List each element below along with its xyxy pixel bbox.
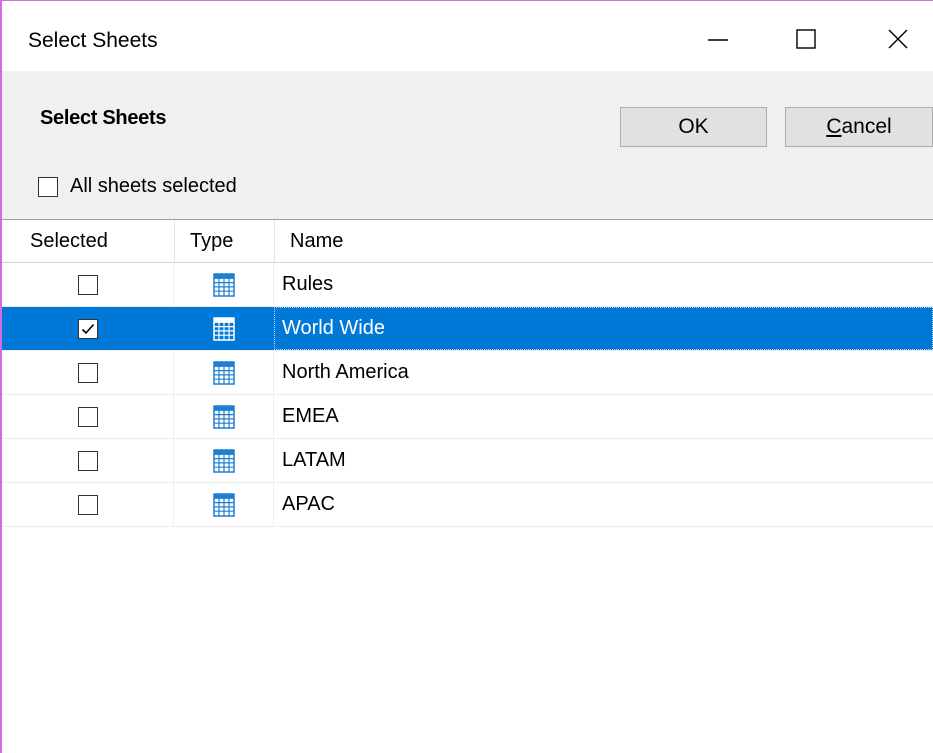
header-panel: Select Sheets OK Cancel All sheets selec… — [2, 71, 933, 219]
spreadsheet-icon — [212, 316, 235, 341]
row-name: North America — [282, 361, 409, 383]
maximize-icon — [796, 29, 816, 49]
row-name: APAC — [282, 493, 335, 515]
spreadsheet-icon — [212, 272, 235, 297]
column-header-type[interactable]: Type — [190, 230, 233, 253]
row-select-cell — [2, 307, 174, 350]
ok-button-label: OK — [678, 115, 709, 138]
minimize-button[interactable] — [690, 13, 746, 65]
row-type-cell — [174, 439, 274, 482]
row-type-cell — [174, 263, 274, 306]
row-name: Rules — [282, 273, 334, 295]
row-checkbox[interactable] — [77, 494, 98, 515]
row-checkbox[interactable] — [77, 318, 98, 339]
row-select-cell — [2, 263, 174, 306]
cancel-button[interactable]: Cancel — [785, 107, 933, 147]
spreadsheet-icon — [212, 404, 235, 429]
panel-title: Select Sheets — [40, 107, 167, 129]
table-row[interactable]: Rules — [2, 263, 933, 307]
row-type-cell — [174, 395, 274, 438]
row-name: LATAM — [282, 449, 346, 471]
column-header-name[interactable]: Name — [290, 230, 343, 253]
row-checkbox[interactable] — [77, 362, 98, 383]
row-checkbox[interactable] — [77, 274, 98, 295]
row-type-cell — [174, 483, 274, 526]
close-button[interactable] — [870, 13, 926, 65]
close-icon — [888, 29, 908, 49]
cancel-accelerator: C — [826, 115, 842, 138]
grid-header: Selected Type Name — [2, 220, 933, 263]
spreadsheet-icon — [212, 492, 235, 517]
row-select-cell — [2, 483, 174, 526]
column-header-selected[interactable]: Selected — [30, 230, 108, 253]
row-name: EMEA — [282, 405, 339, 427]
table-row[interactable]: LATAM — [2, 439, 933, 483]
cancel-button-label: ancel — [841, 115, 892, 138]
row-checkbox[interactable] — [77, 450, 98, 471]
window-title: Select Sheets — [28, 29, 158, 52]
row-select-cell — [2, 439, 174, 482]
title-bar: Select Sheets — [2, 1, 933, 71]
row-checkbox[interactable] — [77, 406, 98, 427]
table-row[interactable]: North America — [2, 351, 933, 395]
column-divider-name — [274, 220, 933, 262]
table-row[interactable]: EMEA — [2, 395, 933, 439]
row-name: World Wide — [282, 317, 385, 339]
spreadsheet-icon — [212, 360, 235, 385]
select-sheets-dialog: Select Sheets Select Sheets OK Cancel Al… — [0, 0, 933, 753]
table-row[interactable]: World Wide — [2, 307, 933, 351]
spreadsheet-icon — [212, 448, 235, 473]
sheets-grid: Selected Type Name Rules World Wide North … — [2, 219, 933, 753]
all-sheets-toggle[interactable]: All sheets selected — [38, 175, 237, 198]
row-type-cell — [174, 351, 274, 394]
all-sheets-label: All sheets selected — [70, 175, 237, 197]
checkmark-icon — [81, 323, 94, 334]
ok-button[interactable]: OK — [620, 107, 767, 147]
maximize-button[interactable] — [778, 13, 834, 65]
minimize-icon — [708, 39, 728, 41]
table-row[interactable]: APAC — [2, 483, 933, 527]
row-select-cell — [2, 351, 174, 394]
all-sheets-checkbox[interactable] — [38, 176, 58, 197]
row-type-cell — [174, 307, 274, 350]
row-select-cell — [2, 395, 174, 438]
